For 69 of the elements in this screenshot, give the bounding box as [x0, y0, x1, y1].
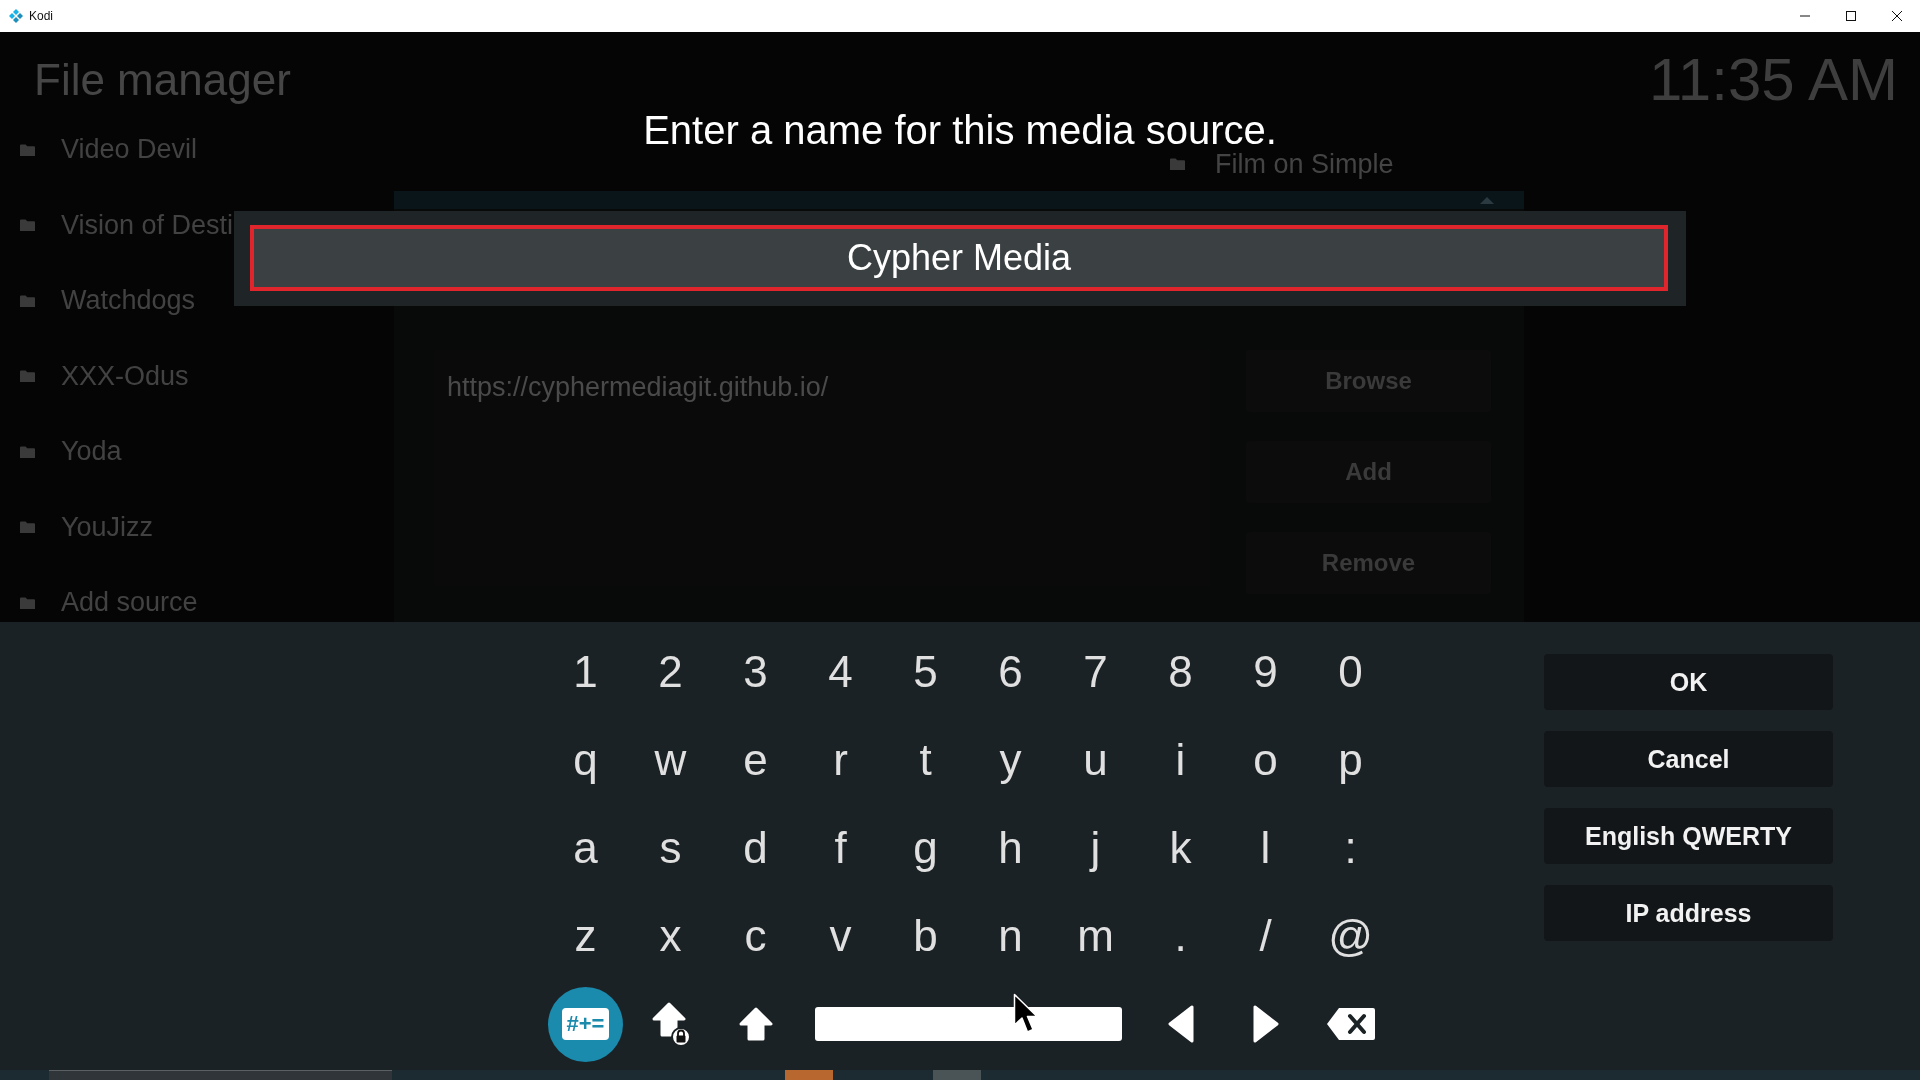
folder-icon — [20, 370, 35, 383]
space-key[interactable] — [814, 1007, 1122, 1041]
action-button[interactable]: OK — [1544, 654, 1833, 710]
keyboard-key[interactable]: d — [730, 819, 781, 877]
keyboard-key[interactable]: 5 — [900, 643, 951, 701]
keyboard-key[interactable]: h — [985, 819, 1036, 877]
left-arrow-icon — [1166, 1004, 1195, 1044]
keyboard-key[interactable]: 3 — [730, 643, 781, 701]
keyboard-key[interactable]: u — [1070, 731, 1121, 789]
up-arrow-lock-icon — [650, 1001, 691, 1047]
folder-icon — [20, 219, 35, 232]
action-button[interactable]: IP address — [1544, 885, 1833, 941]
folder-icon — [1170, 158, 1185, 170]
window-title: Kodi — [29, 9, 54, 23]
taskbar-search-field[interactable] — [49, 1070, 392, 1080]
keyboard-key[interactable]: c — [730, 907, 781, 965]
close-icon — [1892, 11, 1902, 21]
keyboard-key[interactable]: g — [900, 819, 951, 877]
keyboard-key[interactable]: o — [1240, 731, 1291, 789]
keyboard-key[interactable]: l — [1240, 819, 1291, 877]
keyboard-key[interactable]: 0 — [1325, 643, 1376, 701]
clock: 11:35 AM — [1648, 50, 1898, 110]
keyboard-key[interactable]: 8 — [1155, 643, 1206, 701]
caret-up-icon — [1480, 196, 1494, 204]
action-button[interactable]: English QWERTY — [1544, 808, 1833, 864]
keyboard-key[interactable]: 6 — [985, 643, 1036, 701]
keyboard-key[interactable]: j — [1070, 819, 1121, 877]
keyboard-key[interactable]: t — [900, 731, 951, 789]
maximize-icon — [1846, 11, 1856, 21]
right-arrow-icon — [1251, 1004, 1280, 1044]
keyboard-key[interactable]: i — [1155, 731, 1206, 789]
keyboard-key[interactable]: b — [900, 907, 951, 965]
keyboard-key[interactable]: e — [730, 731, 781, 789]
backspace-icon — [1325, 1007, 1376, 1041]
folder-icon — [20, 294, 35, 307]
symbols-key[interactable]: #+= — [548, 986, 623, 1062]
keyboard-key[interactable]: w — [645, 731, 696, 789]
keyboard-key[interactable]: v — [815, 907, 866, 965]
keyboard-key[interactable]: f — [815, 819, 866, 877]
folder-icon — [20, 596, 35, 609]
keyboard-key[interactable]: r — [815, 731, 866, 789]
keyboard-key[interactable]: 7 — [1070, 643, 1121, 701]
keyboard-key[interactable]: y — [985, 731, 1036, 789]
folder-icon — [20, 143, 35, 156]
folder-icon — [20, 445, 35, 458]
keyboard-key[interactable]: / — [1240, 907, 1291, 965]
keyboard-key[interactable]: n — [985, 907, 1036, 965]
keyboard-key[interactable]: 9 — [1240, 643, 1291, 701]
keyboard-key[interactable]: q — [560, 731, 611, 789]
keyboard-key[interactable]: . — [1155, 907, 1206, 965]
action-button[interactable]: Cancel — [1544, 731, 1833, 787]
keyboard-key[interactable]: x — [645, 907, 696, 965]
keyboard-key[interactable]: z — [560, 907, 611, 965]
folder-icon — [20, 521, 35, 534]
screen-title: File manager — [34, 58, 291, 102]
keyboard-key[interactable]: @ — [1325, 907, 1376, 965]
name-input-field[interactable]: Cypher Media — [250, 225, 1668, 291]
keyboard-key[interactable]: s — [645, 819, 696, 877]
keyboard-key[interactable]: : — [1325, 819, 1376, 877]
keyboard-key[interactable]: k — [1155, 819, 1206, 877]
keyboard-key[interactable]: p — [1325, 731, 1376, 789]
app-logo-icon — [9, 9, 23, 23]
up-arrow-icon — [737, 1006, 774, 1042]
keyboard-key[interactable]: 4 — [815, 643, 866, 701]
keyboard-key[interactable]: 2 — [645, 643, 696, 701]
keyboard-key[interactable]: 1 — [560, 643, 611, 701]
keyboard-key[interactable]: a — [560, 819, 611, 877]
keyboard-key[interactable]: m — [1070, 907, 1121, 965]
dialog-heading: Enter a name for this media source. — [643, 110, 1277, 150]
